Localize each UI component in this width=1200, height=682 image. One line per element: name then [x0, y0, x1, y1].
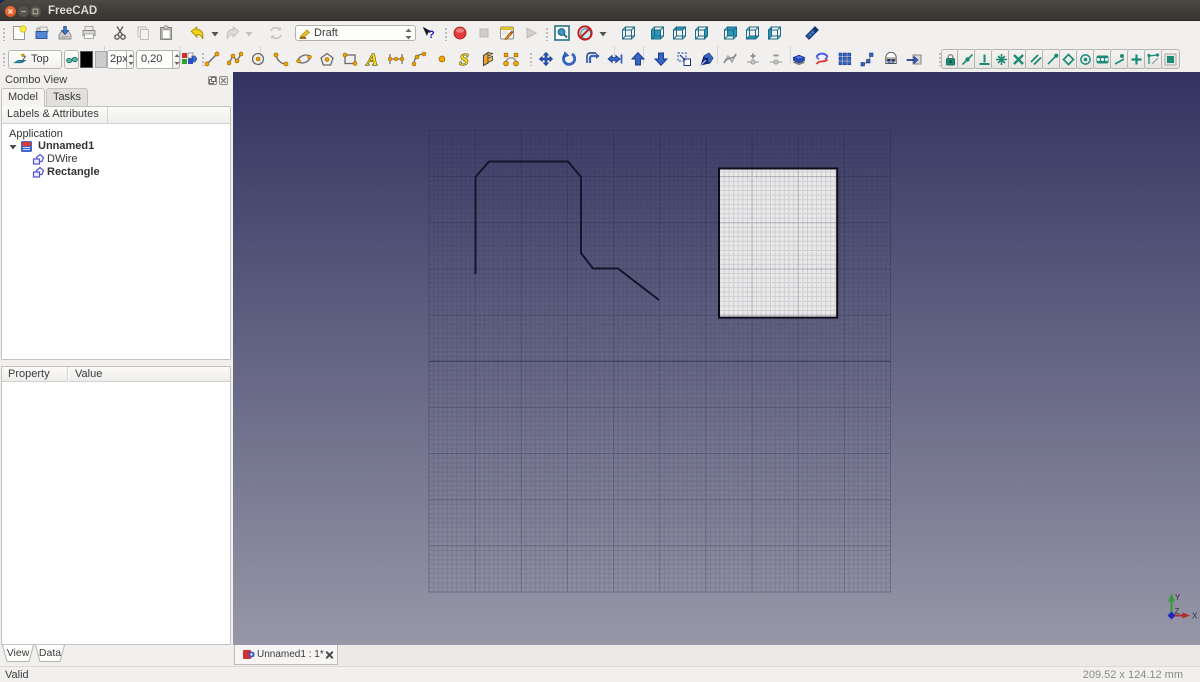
svg-text:X: X [1192, 612, 1198, 621]
svg-text:Y: Y [1175, 593, 1181, 602]
svg-text:?: ? [428, 29, 435, 41]
svg-text:Z: Z [1175, 607, 1180, 616]
svg-text:A: A [366, 51, 378, 67]
svg-text:S: S [459, 51, 468, 67]
